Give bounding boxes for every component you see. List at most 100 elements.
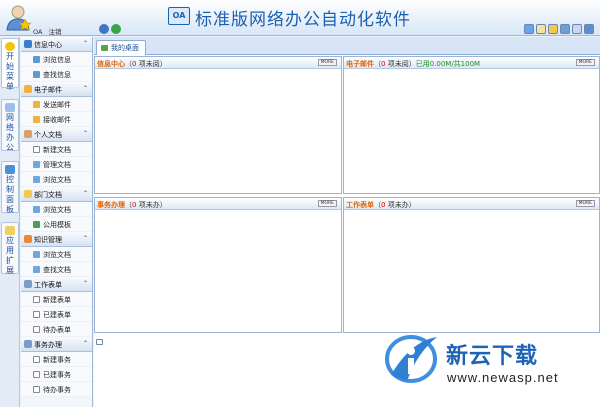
collapse-icon[interactable]: ⌃ <box>83 40 88 47</box>
nav-item-created-affairs[interactable]: 已建事务 <box>21 367 92 382</box>
nav-item-label: 已建表单 <box>43 311 71 319</box>
nav-item-new-affair[interactable]: 新建事务 <box>21 352 92 367</box>
browse-doc-icon <box>33 206 40 213</box>
panel-title[interactable]: 事务办理 <box>97 201 125 209</box>
manage-doc-icon <box>33 161 40 168</box>
edit-icon[interactable] <box>536 24 546 34</box>
question-icon[interactable] <box>560 24 570 34</box>
chat-icon[interactable] <box>524 24 534 34</box>
nav-section-title: 部门文档 <box>34 191 62 199</box>
nav-item-pending-affairs[interactable]: 待办事务 <box>21 382 92 397</box>
user-name: OA <box>33 28 43 36</box>
panel-count-suffix: 项未阅） <box>136 60 167 68</box>
side-tab-bar: 开始菜单 网络办公 控制面板 应用扩展 <box>0 37 20 407</box>
more-button[interactable]: MORE <box>575 59 595 66</box>
nav-section-personal-docs[interactable]: 个人文档 ⌃ <box>21 127 92 142</box>
watermark-url: www.newasp.net <box>447 370 559 385</box>
logout-link[interactable]: 注销 <box>49 28 62 36</box>
nav-item-kb-browse-doc[interactable]: 浏览文档 <box>21 247 92 262</box>
search-icon <box>33 71 40 78</box>
panel-title[interactable]: 电子邮件 <box>346 60 374 68</box>
nav-item-label: 新建事务 <box>43 356 71 364</box>
nav-section-title: 电子邮件 <box>34 86 62 94</box>
nav-item-label: 浏览文档 <box>43 176 71 184</box>
exit-icon[interactable] <box>584 24 594 34</box>
panel-header: 事务办理（0 项未办） MORE <box>95 198 341 210</box>
app-title: 标准版网络办公自动化软件 <box>195 10 411 30</box>
nav-item-label: 发送邮件 <box>43 101 71 109</box>
user-area: OA 注销 <box>33 26 62 36</box>
nav-item-label: 查找文档 <box>43 266 71 274</box>
nav-item-public-template[interactable]: 公用模板 <box>21 217 92 232</box>
nav-item-browse-doc[interactable]: 浏览文档 <box>21 172 92 187</box>
info-icon <box>24 40 32 48</box>
nav-item-pending-forms[interactable]: 待办表单 <box>21 322 92 337</box>
collapse-icon[interactable]: ⌃ <box>83 130 88 137</box>
side-tab-start-menu[interactable]: 开始菜单 <box>1 38 19 91</box>
refresh-icon[interactable] <box>111 24 121 34</box>
collapse-icon[interactable]: ⌃ <box>83 190 88 197</box>
nav-item-receive-mail[interactable]: 接收邮件 <box>21 112 92 127</box>
panel-title[interactable]: 工作表单 <box>346 201 374 209</box>
nav-item-kb-search-doc[interactable]: 查找文档 <box>21 262 92 277</box>
home-icon[interactable] <box>99 24 109 34</box>
nav-item-label: 接收邮件 <box>43 116 71 124</box>
nav-section-info-center[interactable]: 信息中心 ⌃ <box>21 37 92 52</box>
side-tab-network-office[interactable]: 网络办公 <box>1 99 19 152</box>
panel-header: 信息中心（0 项未阅） MORE <box>95 57 341 69</box>
check-icon[interactable] <box>548 24 558 34</box>
collapse-icon[interactable]: ⌃ <box>83 340 88 347</box>
panel-count-suffix: 项未办） <box>385 201 416 209</box>
collapse-icon[interactable]: ⌃ <box>83 235 88 242</box>
nav-item-manage-doc[interactable]: 管理文档 <box>21 157 92 172</box>
toolbar <box>524 24 594 34</box>
watermark-logo <box>385 335 437 383</box>
nav-item-created-forms[interactable]: 已建表单 <box>21 307 92 322</box>
form-icon <box>33 311 40 318</box>
nav-item-send-mail[interactable]: 发送邮件 <box>21 97 92 112</box>
nav-section-department-docs[interactable]: 部门文档 ⌃ <box>21 187 92 202</box>
task-icon <box>33 371 40 378</box>
new-form-icon <box>33 296 40 303</box>
mail-icon <box>24 85 32 93</box>
send-mail-icon <box>33 101 40 108</box>
side-tab-app-extensions[interactable]: 应用扩展 <box>1 222 19 275</box>
watermark-text: 新云下载 <box>446 344 539 369</box>
nav-item-label: 待办表单 <box>43 326 71 334</box>
collapse-icon[interactable]: ⌃ <box>83 85 88 92</box>
side-tab-control-panel[interactable]: 控制面板 <box>1 161 19 214</box>
nav-menu: 信息中心 ⌃ 浏览信息 查找信息 电子邮件 ⌃ 发送邮件 接收邮件 个人文档 ⌃ 新建… <box>21 37 93 407</box>
browse-doc-icon <box>33 176 40 183</box>
more-button[interactable]: MORE <box>317 59 337 66</box>
panel-header: 电子邮件（0 项未阅）已用0.00M/共100M MORE <box>344 57 599 69</box>
nav-item-dept-browse-doc[interactable]: 浏览文档 <box>21 202 92 217</box>
side-tab-label: 应用扩展 <box>6 236 14 275</box>
panel-title[interactable]: 信息中心 <box>97 60 125 68</box>
nav-item-label: 浏览文档 <box>43 251 71 259</box>
panel-email: 电子邮件（0 项未阅）已用0.00M/共100M MORE <box>343 56 600 194</box>
more-button[interactable]: MORE <box>317 200 337 207</box>
tab-label: 我的桌面 <box>111 44 139 52</box>
top-bar: OA 注销 OA 标准版网络办公自动化软件 <box>0 0 600 36</box>
nav-section-work-forms[interactable]: 工作表单 ⌃ <box>21 277 92 292</box>
nav-section-title: 信息中心 <box>34 41 62 49</box>
desktop-icon <box>101 45 108 51</box>
form-icon <box>24 280 32 288</box>
nav-item-new-form[interactable]: 新建表单 <box>21 292 92 307</box>
nav-item-label: 新建表单 <box>43 296 71 304</box>
settings-icon[interactable] <box>572 24 582 34</box>
more-button[interactable]: MORE <box>575 200 595 207</box>
nav-section-knowledge[interactable]: 知识管理 ⌃ <box>21 232 92 247</box>
browse-doc-icon <box>33 251 40 258</box>
nav-item-browse-info[interactable]: 浏览信息 <box>21 52 92 67</box>
tab-my-desktop[interactable]: 我的桌面 <box>96 40 146 55</box>
user-avatar-icon <box>6 5 31 31</box>
nav-section-affairs[interactable]: 事务办理 ⌃ <box>21 337 92 352</box>
collapse-icon[interactable]: ⌃ <box>83 280 88 287</box>
nav-item-search-info[interactable]: 查找信息 <box>21 67 92 82</box>
mail-icon <box>5 103 15 112</box>
nav-item-new-doc[interactable]: 新建文档 <box>21 142 92 157</box>
nav-section-email[interactable]: 电子邮件 ⌃ <box>21 82 92 97</box>
new-doc-icon <box>33 146 40 153</box>
search-icon <box>33 266 40 273</box>
